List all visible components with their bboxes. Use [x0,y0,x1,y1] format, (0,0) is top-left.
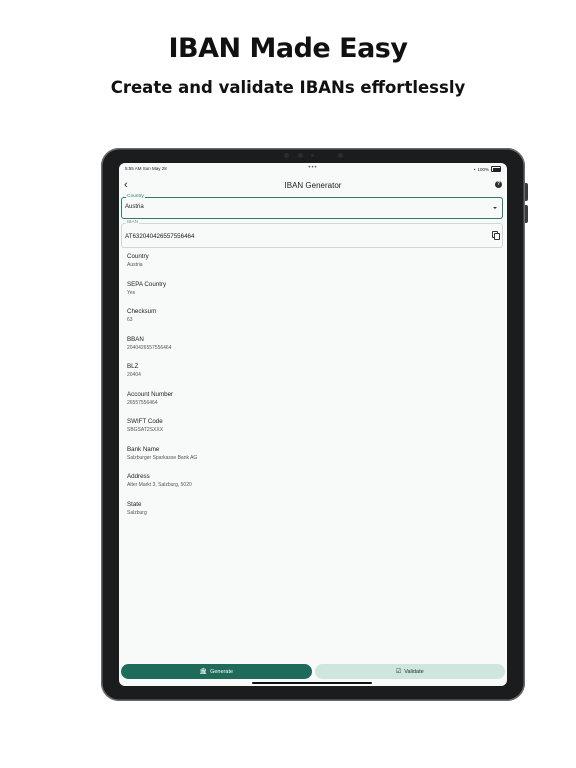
camera-dot [338,153,343,158]
country-label: Country [126,194,145,199]
detail-swift: SWIFT Code SBGSAT2SXXX [127,418,163,433]
copy-icon[interactable] [492,231,500,240]
detail-value: Yes [127,289,136,296]
detail-country: Country Austria [127,253,149,268]
home-indicator [252,682,372,684]
bank-icon: 🏛︎ [199,669,208,675]
detail-key: Bank Name [127,445,160,453]
detail-key: BLZ [127,363,139,370]
generate-button[interactable]: 🏛︎ Generate [121,664,312,679]
detail-value: Austria [127,262,143,268]
validate-button[interactable]: ☑ Validate [314,664,505,679]
detail-value: 2040426557556464 [127,344,172,351]
status-bar: 5:55 AM Sun May 28 ••• • 100% [125,165,501,173]
detail-value: Salzburg [127,509,147,516]
detail-value: Alter Markt 3, Salzburg, 5020 [127,482,192,488]
hero-subtitle: Create and validate IBANs effortlessly [110,78,466,97]
detail-value: SBGSAT2SXXX [127,427,164,433]
check-card-icon: ☑ [395,669,402,675]
detail-value: 20404 [127,372,141,378]
detail-bank-name: Bank Name Salzburger Sparkasse Bank AG [127,446,197,461]
app-screen: 5:55 AM Sun May 28 ••• • 100% ‹ IBAN Gen… [119,163,507,686]
detail-blz: BLZ 20404 [127,363,141,378]
detail-key: BBAN [127,335,144,343]
detail-key: SWIFT Code [127,418,163,425]
detail-address: Address Alter Markt 3, Salzburg, 5020 [127,473,192,488]
camera-dot [311,154,314,157]
detail-key: SEPA Country [127,280,167,288]
detail-key: Country [127,253,149,260]
iban-value: AT632040426557556464 [125,233,195,240]
detail-sepa: SEPA Country Yes [127,281,166,296]
camera-dot [298,153,303,158]
detail-value: 63 [127,317,133,323]
chevron-down-icon [493,207,497,209]
battery-percent: 100% [477,166,489,172]
bottom-tab-bar: 🏛︎ Generate ☑ Validate [121,664,505,679]
multitask-dots[interactable]: ••• [308,165,317,171]
detail-value: 26557556464 [127,399,158,406]
detail-value: Salzburger Sparkasse Bank AG [127,454,198,461]
status-time: 5:55 AM Sun May 28 [125,166,167,171]
detail-key: Checksum [127,308,157,315]
wifi-icon: • [473,166,476,172]
country-value: Austria [125,204,144,210]
detail-key: State [127,500,142,508]
nav-bar: ‹ IBAN Generator ? [119,176,507,194]
detail-key: Address [127,473,150,480]
detail-bban: BBAN 2040426557556464 [127,336,172,351]
generate-label: Generate [210,668,234,675]
detail-state: State Salzburg [127,501,147,516]
detail-key: Account Number [127,390,174,398]
ipad-frame: 5:55 AM Sun May 28 ••• • 100% ‹ IBAN Gen… [101,148,528,701]
volume-button [525,183,528,201]
camera-dot [284,153,289,158]
detail-account-number: Account Number 26557556464 [127,391,173,406]
volume-button [525,205,528,223]
page-title: IBAN Generator [284,181,342,190]
validate-label: Validate [404,668,424,675]
country-select[interactable]: Country Austria [121,194,503,219]
help-circle-icon[interactable]: ? [495,181,502,188]
status-right: • 100% [474,166,501,172]
hero-title: IBAN Made Easy [168,33,408,64]
iban-label: IBAN [126,220,140,225]
battery-icon [491,166,501,172]
detail-checksum: Checksum 63 [127,308,156,323]
iban-field[interactable]: IBAN AT632040426557556464 [121,220,503,248]
